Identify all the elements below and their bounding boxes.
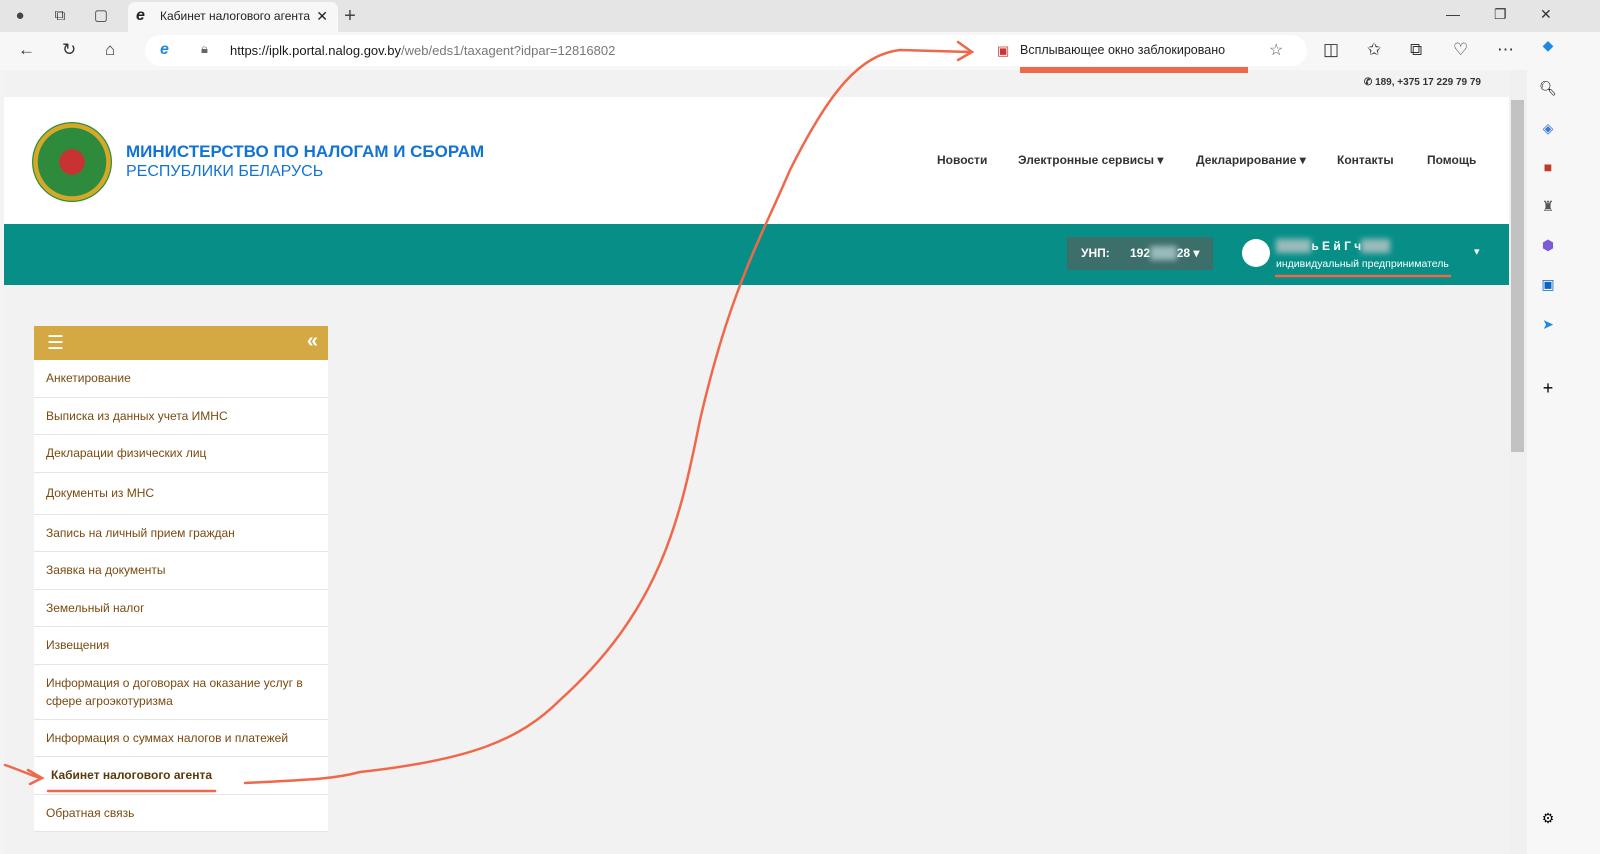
favorites-icon[interactable]: ✩ [1367, 40, 1381, 60]
close-tab-icon[interactable]: ✕ [316, 2, 328, 30]
menu-item[interactable]: Анкетирование [34, 360, 328, 398]
health-icon[interactable]: ♡ [1453, 40, 1468, 60]
ministry-emblem-logo[interactable] [32, 122, 112, 202]
games-icon[interactable]: ♜ [1537, 198, 1559, 220]
user-name: Чигорь Е й Г чович [1276, 239, 1391, 253]
menu-contacts[interactable]: Контакты [1337, 153, 1394, 167]
popup-blocked-text[interactable]: Всплывающее окно заблокировано [1020, 43, 1225, 57]
menu-item[interactable]: Обратная связь [34, 794, 328, 832]
copilot-icon[interactable]: ◆ [1537, 37, 1559, 59]
settings-icon[interactable]: ⚙ [1537, 810, 1559, 832]
tab-actions-icon[interactable]: ▢ [91, 6, 111, 26]
site-header: МИНИСТЕРСТВО ПО НАЛОГАМ И СБОРАМ РЕСПУБЛ… [4, 97, 1509, 224]
menu-news[interactable]: Новости [937, 153, 987, 167]
lock-icon[interactable]: 🔒︎ [201, 41, 208, 57]
hamburger-icon[interactable]: ☰ [47, 332, 64, 355]
favorite-star-icon[interactable]: ☆ [1269, 40, 1283, 60]
address-bar: ← ↻ ⌂ e 🔒︎ https://iplk.portal.nalog.gov… [0, 32, 1600, 70]
office-icon[interactable]: ⬢ [1537, 237, 1559, 259]
add-icon[interactable]: + [1537, 378, 1559, 400]
browser-tab[interactable]: e Кабинет налогового агента ✕ [128, 2, 338, 32]
menu-item[interactable]: Информация о договорах на оказание услуг… [34, 664, 328, 720]
collapse-icon[interactable]: « [307, 330, 318, 353]
profile-icon[interactable]: ● [10, 6, 30, 26]
home-icon[interactable]: ⌂ [105, 40, 115, 60]
send-icon[interactable]: ➤ [1537, 316, 1559, 338]
menu-item[interactable]: Документы из МНС [34, 472, 328, 515]
menu-item[interactable]: Извещения [34, 627, 328, 665]
minimize-icon[interactable]: — [1446, 6, 1460, 22]
unp-dropdown[interactable]: УНП: 192000028 ▾ [1067, 237, 1213, 270]
side-menu: ☰ « Анкетирование Выписка из данных учет… [34, 326, 328, 832]
edge-sidebar: ◆ 🔍︎ ◈ ■ ♜ ⬢ ▣ ➤ + ⚙ [1527, 32, 1600, 854]
web-page: ✆ 189, +375 17 229 79 79 МИНИСТЕРСТВО ПО… [4, 70, 1509, 854]
ie-mode-icon[interactable]: e [160, 41, 169, 59]
more-icon[interactable]: ⋯ [1497, 40, 1514, 60]
menu-item[interactable]: Информация о суммах налогов и платежей [34, 719, 328, 757]
ie-icon: e [136, 7, 145, 24]
tools-icon[interactable]: ■ [1537, 159, 1559, 181]
restore-icon[interactable]: ❐ [1494, 6, 1507, 23]
tab-bar: ● ⧉ ▢ e Кабинет налогового агента ✕ + — ❐ … [0, 0, 1600, 32]
menu-item[interactable]: Земельный налог [34, 589, 328, 627]
phone-icon: ✆ [1363, 77, 1376, 88]
menu-e-services[interactable]: Электронные сервисы ▾ [1018, 153, 1163, 167]
menu-item[interactable]: Запись на личный прием граждан [34, 514, 328, 552]
back-icon[interactable]: ← [18, 40, 35, 60]
popup-blocked-icon[interactable]: ▣ [997, 43, 1009, 59]
unp-value: 192 [1130, 246, 1151, 260]
tab-title: Кабинет налогового агента [160, 9, 311, 23]
menu-item[interactable]: Выписка из данных учета ИМНС [34, 397, 328, 435]
close-window-icon[interactable]: ✕ [1540, 6, 1552, 23]
collections-icon[interactable]: ⧉ [1410, 40, 1422, 60]
menu-item-tax-agent-active[interactable]: Кабинет налогового агента [34, 757, 328, 795]
menu-help[interactable]: Помощь [1427, 153, 1476, 167]
url-domain: https://iplk.portal.nalog.gov.by [230, 43, 402, 58]
url-path: /web/eds1/taxagent?idpar=12816802 [401, 43, 616, 58]
unp-label: УНП: [1081, 246, 1110, 260]
shopping-icon[interactable]: ◈ [1537, 120, 1559, 142]
user-role: индивидуальный предприниматель [1276, 258, 1449, 270]
workspaces-icon[interactable]: ⧉ [50, 6, 70, 26]
scrollbar-thumb[interactable] [1511, 100, 1524, 452]
menu-item[interactable]: Декларации физических лиц [34, 435, 328, 473]
user-avatar-icon [1242, 239, 1270, 267]
new-tab-icon[interactable]: + [340, 6, 360, 26]
side-menu-header: ☰ « [34, 326, 328, 360]
url-input[interactable]: e 🔒︎ https://iplk.portal.nalog.gov.by/we… [145, 35, 1307, 66]
user-bar: УНП: 192000028 ▾ Чигорь Е й Г чович инди… [4, 224, 1509, 285]
page-scrollbar[interactable] [1509, 70, 1527, 854]
search-icon[interactable]: 🔍︎ [1537, 80, 1559, 102]
chevron-down-icon[interactable]: ▾ [1474, 245, 1480, 258]
phone-number: 189, +375 17 229 79 79 [1375, 77, 1481, 88]
menu-declaration[interactable]: Декларирование ▾ [1196, 153, 1306, 167]
site-title[interactable]: МИНИСТЕРСТВО ПО НАЛОГАМ И СБОРАМ [126, 142, 484, 162]
site-subtitle[interactable]: РЕСПУБЛИКИ БЕЛАРУСЬ [126, 163, 323, 181]
menu-item[interactable]: Заявка на документы [34, 552, 328, 590]
outlook-icon[interactable]: ▣ [1537, 276, 1559, 298]
split-screen-icon[interactable]: ◫ [1323, 40, 1339, 60]
refresh-icon[interactable]: ↻ [62, 40, 76, 60]
